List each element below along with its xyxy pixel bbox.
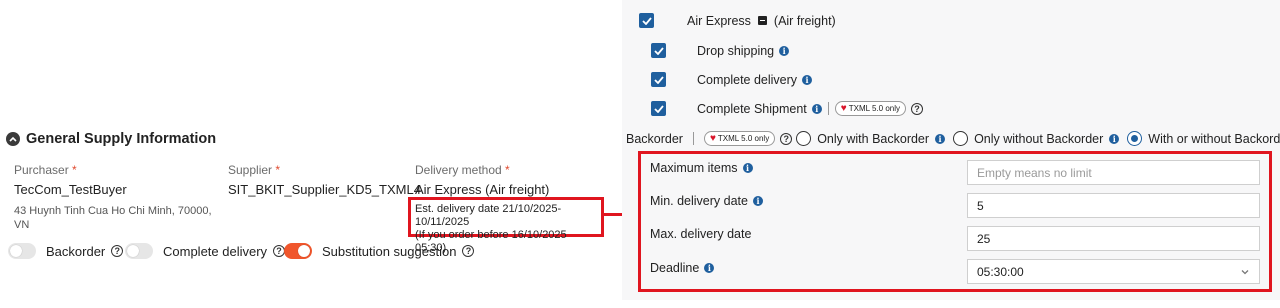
radio-label: Only with Backorder [817, 131, 930, 146]
max-delivery-input[interactable]: 25 [967, 226, 1260, 251]
complete-delivery-label: Complete delivery [697, 72, 798, 87]
drop-shipping-label: Drop shipping [697, 43, 775, 58]
option-complete-delivery: Complete delivery i [651, 72, 813, 87]
txml-badge: ♥ TXML 5.0 only [703, 131, 776, 146]
deadline-value: 05:30:00 [977, 264, 1024, 279]
maximum-items-label: Maximum items [650, 161, 738, 175]
min-delivery-label: Min. delivery date [650, 194, 748, 208]
chevron-down-icon[interactable] [1240, 267, 1250, 277]
toggle-substitution: Substitution suggestion ? [284, 243, 475, 259]
chevron-up-icon[interactable] [6, 132, 20, 146]
heart-icon: ♥ [709, 133, 716, 144]
delivery-method-block: Delivery method * Air Express (Air freig… [415, 163, 549, 197]
required-marker: * [275, 163, 281, 177]
help-icon[interactable]: ? [111, 245, 124, 257]
complete-delivery-toggle-label: Complete delivery [163, 243, 268, 259]
backorder-toggle-label: Backorder [46, 243, 106, 259]
backorder-toggle[interactable] [8, 243, 36, 259]
radio-only-with-backorder[interactable]: Only with Backorder i [796, 131, 946, 146]
backorder-label: Backorder [626, 131, 683, 146]
option-drop-shipping: Drop shipping i [651, 43, 790, 58]
estimated-delivery-date: Est. delivery date 21/10/2025-10/11/2025 [415, 203, 562, 228]
purchaser-label: Purchaser [14, 163, 69, 177]
purchaser-block: Purchaser * TecCom_TestBuyer 43 Huynh Ti… [14, 163, 214, 232]
required-marker: * [505, 163, 510, 177]
max-delivery-value: 25 [977, 231, 991, 246]
max-delivery-label: Max. delivery date [650, 227, 752, 241]
estimated-delivery-box: Est. delivery date 21/10/2025-10/11/2025… [408, 197, 604, 254]
delivery-method-option: Air Express (Air freight) [639, 13, 836, 28]
txml-badge-text: TXML 5.0 only [717, 134, 770, 143]
delivery-method-value: Air Express (Air freight) [415, 182, 550, 197]
divider [692, 132, 694, 145]
option-complete-shipment: Complete Shipment i ♥ TXML 5.0 only ? [651, 101, 923, 116]
radio-only-without-backorder[interactable]: Only without Backorder i [953, 131, 1120, 146]
help-icon[interactable]: ? [911, 102, 923, 115]
complete-shipment-checkbox[interactable] [651, 101, 666, 116]
info-icon[interactable]: i [779, 45, 790, 56]
txml-badge: ♥ TXML 5.0 only [834, 101, 906, 116]
maximum-items-input[interactable]: Empty means no limit [967, 160, 1260, 185]
complete-delivery-checkbox[interactable] [651, 72, 666, 87]
toggle-complete-delivery: Complete delivery ? [125, 243, 286, 259]
drop-shipping-checkbox[interactable] [651, 43, 666, 58]
air-express-checkbox[interactable] [639, 13, 654, 28]
complete-shipment-label: Complete Shipment [697, 101, 807, 116]
radio-with-or-without-backorder[interactable]: With or without Backorder i [1127, 131, 1280, 146]
substitution-toggle-label: Substitution suggestion [322, 243, 457, 259]
section-header[interactable]: General Supply Information [6, 131, 216, 147]
section-title: General Supply Information [26, 131, 217, 147]
purchaser-address: 43 Huynh Tinh Cua Ho Chi Minh, 70000, VN [14, 205, 212, 231]
radio-label: With or without Backorder [1148, 131, 1280, 146]
maximum-items-label-row: Maximum items i [650, 161, 753, 175]
info-icon[interactable]: i [802, 74, 813, 85]
info-icon[interactable]: i [752, 196, 763, 206]
air-express-suffix: (Air freight) [773, 13, 836, 28]
info-icon[interactable]: i [742, 163, 753, 173]
supplier-block: Supplier * SIT_BKIT_Supplier_KD5_TXML4 [228, 163, 421, 197]
maximum-items-placeholder: Empty means no limit [977, 165, 1092, 180]
help-icon[interactable]: ? [780, 132, 793, 145]
substitution-toggle[interactable] [284, 243, 312, 259]
min-delivery-label-row: Min. delivery date i [650, 194, 763, 208]
delivery-method-label: Delivery method [415, 163, 502, 177]
radio-button[interactable] [953, 131, 969, 146]
info-icon[interactable]: i [1109, 133, 1120, 144]
min-delivery-value: 5 [977, 198, 984, 213]
required-marker: * [72, 163, 77, 177]
backorder-row: Backorder ♥ TXML 5.0 only ? Only with Bac… [626, 131, 1280, 146]
minus-square-icon [757, 16, 767, 25]
purchaser-value: TecCom_TestBuyer [14, 182, 127, 197]
radio-button[interactable] [796, 131, 812, 146]
info-icon[interactable]: i [811, 103, 822, 114]
info-icon[interactable]: i [704, 263, 715, 273]
deadline-label: Deadline [650, 261, 700, 275]
supplier-label: Supplier [228, 163, 273, 177]
deadline-label-row: Deadline i [650, 261, 715, 275]
radio-button-selected[interactable] [1127, 131, 1143, 146]
supplier-value: SIT_BKIT_Supplier_KD5_TXML4 [228, 182, 421, 197]
deadline-select[interactable]: 05:30:00 [967, 259, 1260, 284]
max-delivery-label-row: Max. delivery date [650, 227, 751, 241]
heart-icon: ♥ [840, 103, 847, 114]
min-delivery-input[interactable]: 5 [967, 193, 1260, 218]
divider [827, 102, 829, 115]
info-icon[interactable]: i [935, 133, 946, 144]
air-express-label: Air Express [687, 13, 751, 28]
toggle-backorder: Backorder ? [8, 243, 124, 259]
radio-label: Only without Backorder [974, 131, 1104, 146]
help-icon[interactable]: ? [462, 245, 475, 257]
complete-delivery-toggle[interactable] [125, 243, 153, 259]
txml-badge-text: TXML 5.0 only [848, 104, 900, 113]
